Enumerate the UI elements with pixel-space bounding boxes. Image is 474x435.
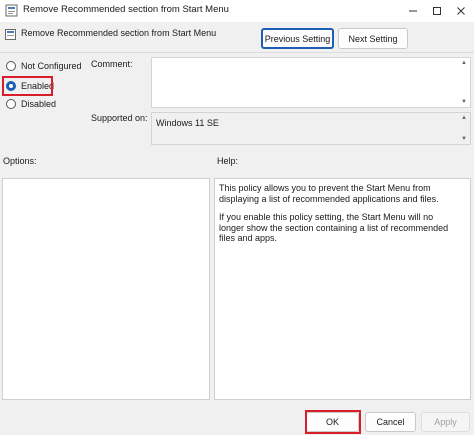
radio-not-configured[interactable]: Not Configured <box>6 61 82 71</box>
enabled-highlight-box <box>2 76 53 96</box>
help-paragraph: If you enable this policy setting, the S… <box>219 212 449 243</box>
maximize-icon <box>433 7 441 15</box>
next-setting-button[interactable]: Next Setting <box>338 28 408 49</box>
previous-setting-button[interactable]: Previous Setting <box>261 28 334 49</box>
supported-on-field: ▲ ▼ <box>151 112 471 145</box>
close-button[interactable] <box>449 0 473 22</box>
options-panel <box>2 178 210 400</box>
minimize-icon <box>409 10 417 12</box>
help-label: Help: <box>217 156 239 166</box>
window-title: Remove Recommended section from Start Me… <box>23 4 229 15</box>
radio-disabled[interactable]: Disabled <box>6 99 56 109</box>
scroll-up-icon[interactable]: ▲ <box>459 114 469 122</box>
comment-label: Comment: <box>91 59 133 69</box>
header-divider <box>0 52 474 53</box>
radio-button[interactable] <box>6 61 16 71</box>
apply-button[interactable]: Apply <box>421 412 470 432</box>
policy-title: Remove Recommended section from Start Me… <box>21 28 217 38</box>
policy-setting-icon <box>5 29 16 40</box>
scroll-down-icon[interactable]: ▼ <box>459 135 469 143</box>
radio-label: Not Configured <box>21 61 82 71</box>
radio-label: Disabled <box>21 99 57 109</box>
help-text: This policy allows you to prevent the St… <box>219 183 459 252</box>
maximize-button[interactable] <box>425 0 449 22</box>
policy-app-icon <box>5 4 18 17</box>
supported-on-label: Supported on: <box>91 113 148 123</box>
options-label: Options: <box>3 156 37 166</box>
close-icon <box>457 7 465 15</box>
radio-button[interactable] <box>6 99 16 109</box>
ok-highlight-box <box>305 410 361 434</box>
minimize-button[interactable] <box>401 0 425 22</box>
comment-textarea[interactable]: ▲ ▼ <box>151 57 471 108</box>
scroll-down-icon[interactable]: ▼ <box>459 98 469 106</box>
cancel-button[interactable]: Cancel <box>365 412 416 432</box>
supported-on-value: Windows 11 SE <box>156 118 219 128</box>
help-paragraph: This policy allows you to prevent the St… <box>219 183 439 204</box>
title-bar: Remove Recommended section from Start Me… <box>0 0 474 22</box>
scroll-up-icon[interactable]: ▲ <box>459 59 469 67</box>
